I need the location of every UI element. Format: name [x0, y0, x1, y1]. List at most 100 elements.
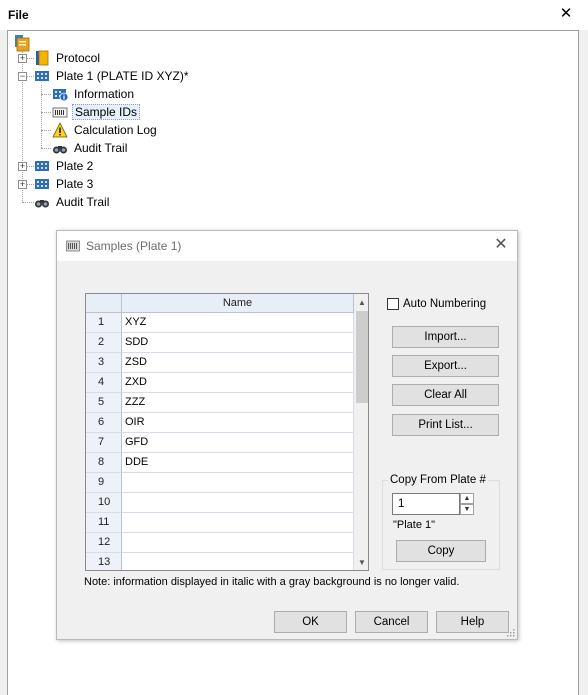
cancel-button[interactable]: Cancel: [355, 611, 428, 633]
tree-item-label: Protocol: [56, 51, 101, 65]
sample-ids-icon: [52, 107, 68, 118]
warning-icon: [52, 122, 68, 138]
tree-connector: [41, 148, 51, 149]
name-cell[interactable]: [122, 473, 354, 493]
tree-item-protocol[interactable]: Protocol: [34, 49, 102, 67]
table-row[interactable]: 4 ZXD: [86, 373, 354, 393]
auto-numbering-checkbox[interactable]: Auto Numbering: [387, 298, 486, 310]
dialog-app-icon: [66, 240, 80, 252]
scroll-up-arrow-icon[interactable]: ▲: [354, 295, 368, 311]
row-number[interactable]: 9: [86, 473, 122, 493]
name-cell[interactable]: [122, 493, 354, 513]
row-number[interactable]: 6: [86, 413, 122, 433]
tree-item-calculation-log[interactable]: Calculation Log: [52, 121, 159, 139]
table-row[interactable]: 8 DDE: [86, 453, 354, 473]
binoculars-icon: [53, 146, 67, 154]
binoculars-icon: [35, 200, 49, 208]
tree-item-audit-trail[interactable]: Audit Trail: [34, 193, 111, 211]
row-number[interactable]: 12: [86, 533, 122, 553]
spin-down-arrow-icon[interactable]: ▼: [460, 504, 474, 515]
tree-item-label: Sample IDs: [72, 104, 141, 120]
tree-connector: [41, 94, 51, 95]
row-number[interactable]: 13: [86, 553, 122, 570]
name-cell[interactable]: DDE: [122, 453, 354, 473]
resize-grip-icon[interactable]: [505, 627, 515, 637]
tree-connector: [41, 112, 51, 113]
auto-numbering-label: Auto Numbering: [403, 298, 487, 310]
tree-connector: [41, 130, 51, 131]
table-row[interactable]: 1 XYZ: [86, 313, 354, 333]
ok-button[interactable]: OK: [274, 611, 347, 633]
panel-close-icon[interactable]: ✕: [559, 6, 573, 22]
grid-corner-cell[interactable]: [86, 294, 122, 313]
expand-toggle-plate-3[interactable]: +: [18, 180, 27, 189]
row-number[interactable]: 2: [86, 333, 122, 353]
export-button[interactable]: Export...: [392, 355, 499, 377]
table-row[interactable]: 6 OIR: [86, 413, 354, 433]
panel-header: File ✕: [0, 0, 588, 30]
tree-item-information[interactable]: Information: [52, 85, 136, 103]
tree-item-label: Audit Trail: [56, 195, 110, 209]
import-button[interactable]: Import...: [392, 326, 499, 348]
tree-item-sample-ids[interactable]: Sample IDs: [52, 103, 141, 121]
table-row[interactable]: 10: [86, 493, 354, 513]
copy-from-plate-input[interactable]: 1: [392, 493, 460, 515]
print-list-button[interactable]: Print List...: [392, 414, 499, 436]
copy-button[interactable]: Copy: [396, 540, 486, 562]
panel-title: File: [8, 8, 29, 22]
table-row[interactable]: 9: [86, 473, 354, 493]
row-number[interactable]: 4: [86, 373, 122, 393]
name-cell[interactable]: [122, 513, 354, 533]
tree-item-plate-1[interactable]: Plate 1 (PLATE ID XYZ)*: [34, 67, 191, 85]
row-number[interactable]: 1: [86, 313, 122, 333]
dialog-titlebar[interactable]: Samples (Plate 1) ✕: [57, 231, 517, 261]
expand-toggle-protocol[interactable]: +: [18, 54, 27, 63]
row-number[interactable]: 7: [86, 433, 122, 453]
name-cell[interactable]: ZSD: [122, 353, 354, 373]
checkbox-box[interactable]: [387, 298, 399, 310]
scroll-down-arrow-icon[interactable]: ▼: [354, 555, 368, 570]
copy-from-plate-label: Copy From Plate #: [388, 474, 488, 486]
table-row[interactable]: 12: [86, 533, 354, 553]
dialog-close-icon[interactable]: ✕: [493, 236, 509, 254]
tree-item-audit-trail-plate[interactable]: Audit Trail: [52, 139, 129, 157]
column-header-name[interactable]: Name: [122, 294, 354, 313]
spin-up-arrow-icon[interactable]: ▲: [460, 493, 474, 504]
sample-names-grid[interactable]: Name 1 XYZ 2 SDD 3 ZSD 4 ZXD 5 ZZZ 6 OIR 7 GFD …: [85, 293, 369, 571]
table-row[interactable]: 3 ZSD: [86, 353, 354, 373]
name-cell[interactable]: ZXD: [122, 373, 354, 393]
row-number[interactable]: 5: [86, 393, 122, 413]
plate-icon: [35, 179, 49, 189]
name-cell[interactable]: OIR: [122, 413, 354, 433]
row-number[interactable]: 8: [86, 453, 122, 473]
tree-item-label: Calculation Log: [74, 123, 157, 137]
tree-item-label: Audit Trail: [74, 141, 128, 155]
table-row[interactable]: 11: [86, 513, 354, 533]
table-row[interactable]: 2 SDD: [86, 333, 354, 353]
table-row[interactable]: 5 ZZZ: [86, 393, 354, 413]
tree-item-label: Information: [74, 87, 135, 101]
help-button[interactable]: Help: [436, 611, 509, 633]
name-cell[interactable]: SDD: [122, 333, 354, 353]
expand-toggle-plate-2[interactable]: +: [18, 162, 27, 171]
table-row[interactable]: 13: [86, 553, 354, 570]
name-cell[interactable]: XYZ: [122, 313, 354, 333]
collapse-toggle-plate-1[interactable]: −: [18, 72, 27, 81]
grid-vertical-scrollbar[interactable]: ▲ ▼: [354, 294, 368, 570]
samples-dialog: Samples (Plate 1) ✕ Name 1 XYZ 2 SDD 3 ZSD …: [56, 230, 518, 640]
row-number[interactable]: 11: [86, 513, 122, 533]
tree-item-label: Plate 1 (PLATE ID XYZ)*: [56, 69, 189, 83]
table-row[interactable]: 7 GFD: [86, 433, 354, 453]
name-cell[interactable]: [122, 533, 354, 553]
scrollbar-thumb[interactable]: [356, 311, 368, 403]
clear-all-button[interactable]: Clear All: [392, 384, 499, 406]
row-number[interactable]: 10: [86, 493, 122, 513]
tree-item-plate-2[interactable]: Plate 2: [34, 157, 95, 175]
name-cell[interactable]: GFD: [122, 433, 354, 453]
name-cell[interactable]: ZZZ: [122, 393, 354, 413]
tree-item-plate-3[interactable]: Plate 3: [34, 175, 95, 193]
dialog-title: Samples (Plate 1): [86, 239, 182, 253]
row-number[interactable]: 3: [86, 353, 122, 373]
tree-item-label: Plate 2: [56, 159, 94, 173]
name-cell[interactable]: [122, 553, 354, 570]
